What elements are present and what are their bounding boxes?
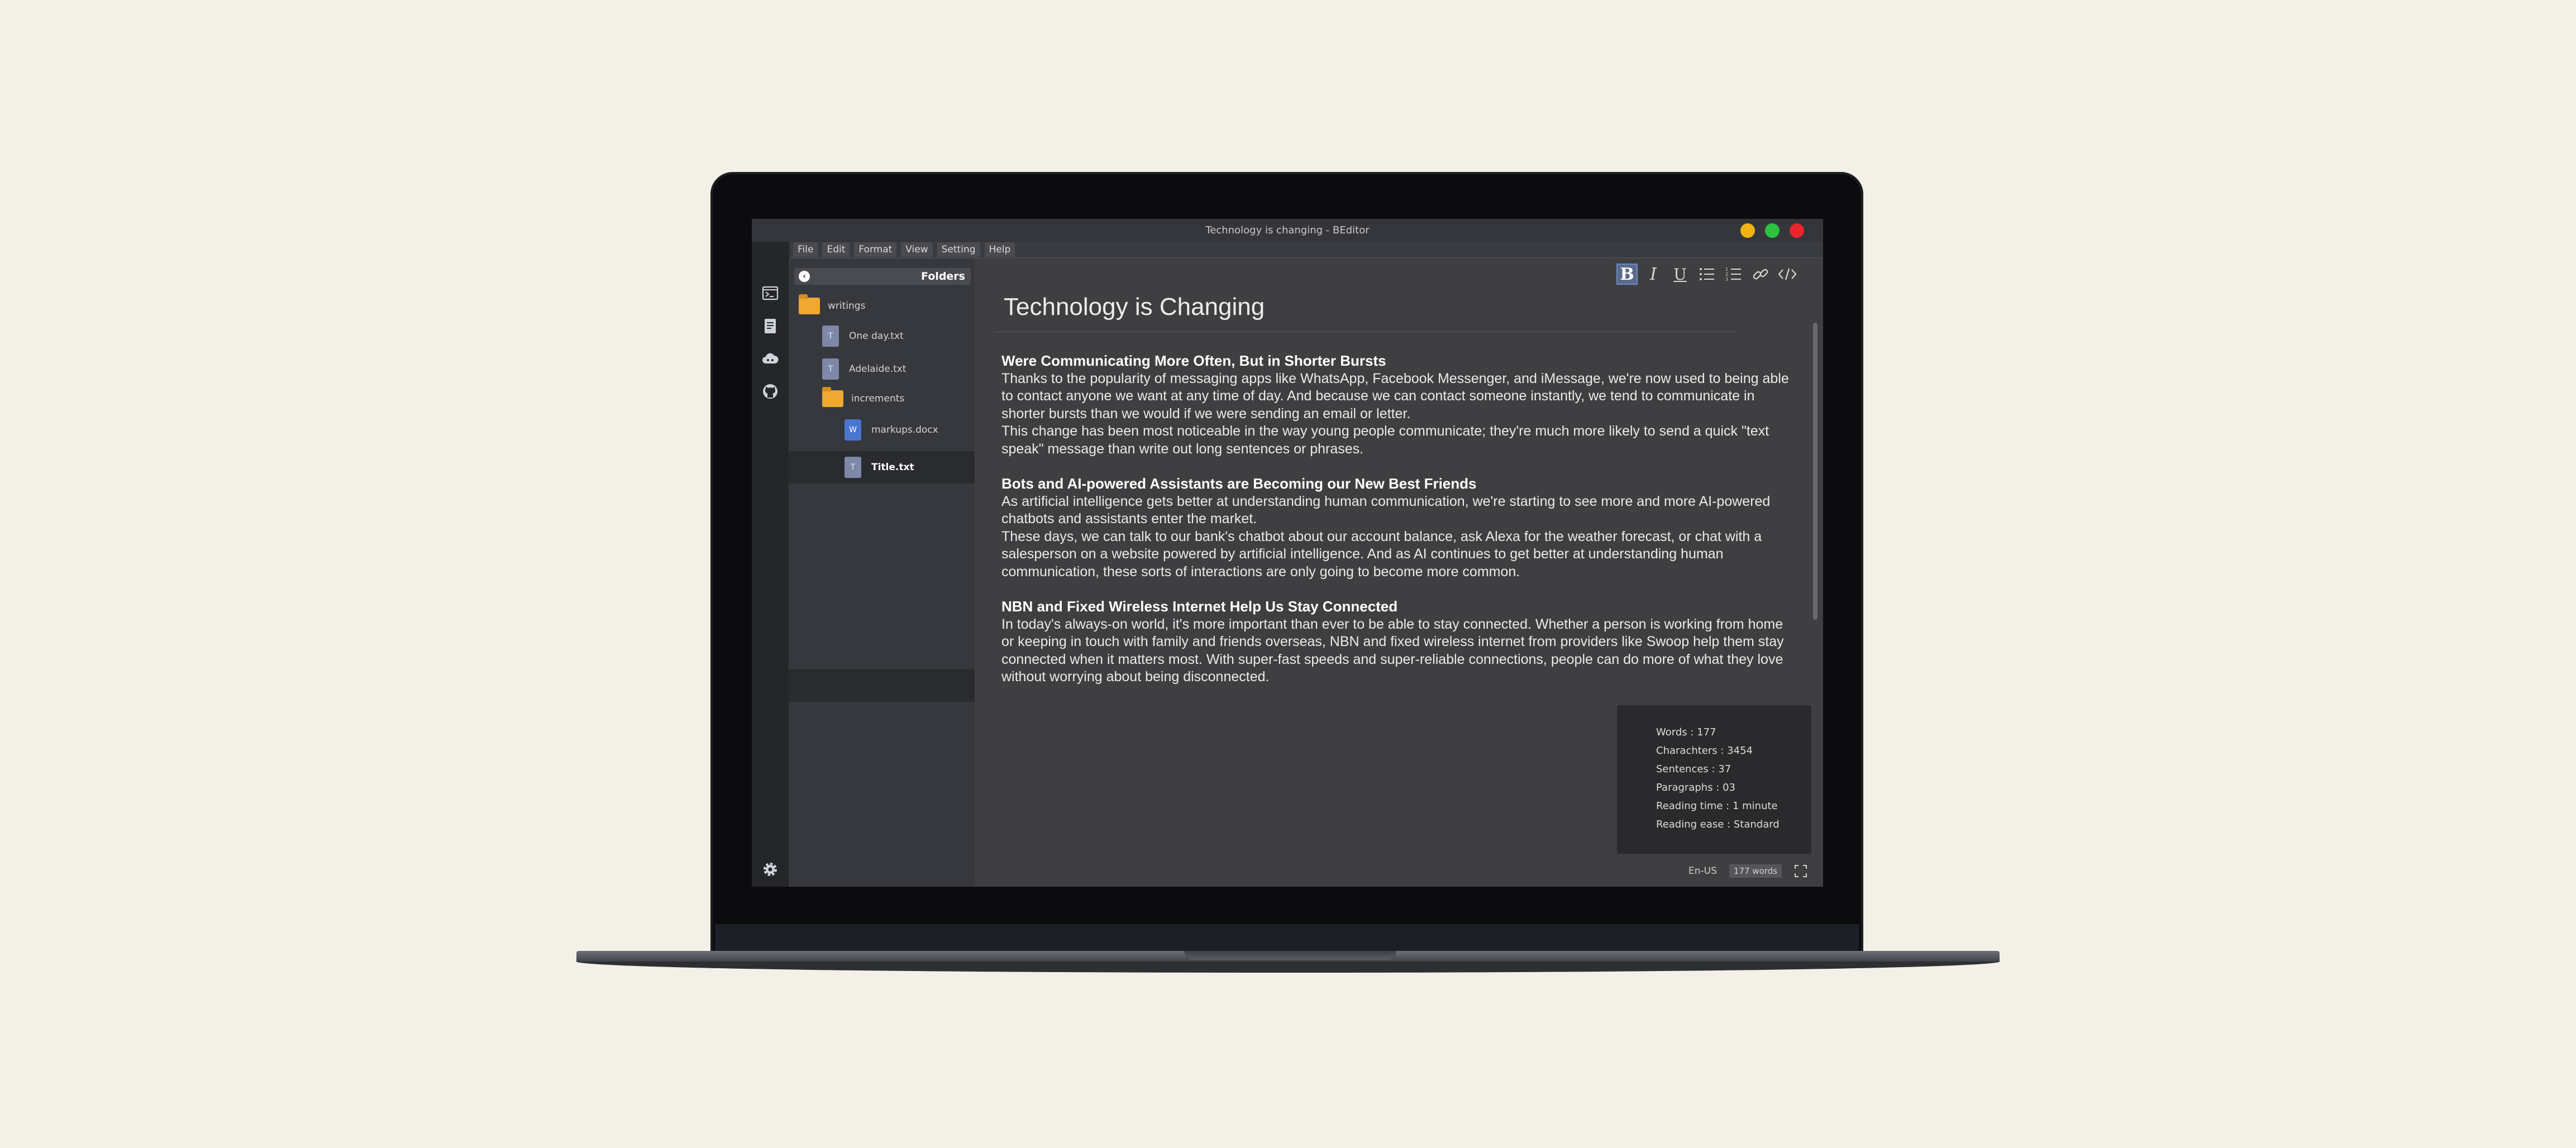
section-paragraph: As artificial intelligence gets better a… (1001, 493, 1771, 527)
tree-item-label: Adelaide.txt (849, 363, 907, 375)
section-heading: NBN and Fixed Wireless Internet Help Us … (1001, 598, 1398, 615)
settings-icon[interactable] (761, 860, 779, 878)
bold-icon[interactable]: B (1616, 264, 1638, 285)
editor-app-window: Technology is changing - BEditor File Ed… (752, 219, 1823, 887)
stat-words: Words : 177 (1656, 726, 1716, 738)
vertical-scrollbar[interactable] (1813, 323, 1817, 620)
tree-folder-writings[interactable]: writings (799, 294, 866, 314)
menu-format[interactable]: Format (854, 242, 897, 257)
minimize-button[interactable] (1740, 223, 1755, 238)
svg-text:3: 3 (1725, 277, 1728, 282)
document-section: Were Communicating More Often, But in Sh… (1001, 352, 1791, 458)
tree-file-adelaide[interactable]: T Adelaide.txt (822, 358, 907, 380)
word-count-badge[interactable]: 177 words (1729, 864, 1782, 878)
tree-item-label: markups.docx (871, 424, 938, 436)
notes-icon[interactable] (761, 317, 779, 335)
menu-bar: File Edit Format View Setting Help (790, 242, 1823, 259)
cloud-icon[interactable] (761, 350, 779, 368)
laptop-chin (715, 924, 1859, 952)
section-paragraph: This change has been most noticeable in … (1001, 423, 1769, 457)
document-title[interactable]: Technology is Changing (1004, 293, 1265, 321)
menu-file[interactable]: File (793, 242, 818, 257)
document-body[interactable]: Were Communicating More Often, But in Sh… (1001, 352, 1791, 704)
laptop-base-underside (576, 962, 2000, 973)
folder-icon (822, 387, 843, 407)
menu-view[interactable]: View (901, 242, 933, 257)
maximize-button[interactable] (1765, 223, 1780, 238)
underline-icon[interactable]: U (1669, 263, 1691, 285)
tree-file-markups[interactable]: W markups.docx (845, 419, 938, 441)
tree-folder-increments[interactable]: increments (822, 387, 905, 407)
tree-item-label: One day.txt (849, 331, 904, 342)
folders-panel: ‹ Folders writings T One day.txt T Adela… (789, 259, 975, 887)
window-controls (1740, 223, 1804, 238)
text-file-icon: T (822, 326, 839, 347)
section-heading: Were Communicating More Often, But in Sh… (1001, 352, 1386, 369)
fullscreen-icon[interactable] (1794, 864, 1807, 878)
folders-header: ‹ Folders (794, 268, 971, 285)
document-section: Bots and AI-powered Assistants are Becom… (1001, 475, 1791, 581)
stat-reading-time: Reading time : 1 minute (1656, 800, 1778, 812)
folders-title: Folders (921, 270, 965, 283)
svg-text:1: 1 (1725, 267, 1728, 272)
tree-file-one-day[interactable]: T One day.txt (822, 326, 904, 347)
tree-item-label: Title.txt (871, 462, 914, 473)
text-file-icon: T (822, 358, 839, 380)
bullet-list-icon[interactable] (1696, 263, 1718, 285)
status-bar: En-US 177 words (1688, 864, 1807, 878)
menu-help[interactable]: Help (984, 242, 1015, 257)
menu-edit[interactable]: Edit (822, 242, 850, 257)
word-file-icon: W (845, 419, 861, 441)
icon-rail (752, 242, 789, 887)
tree-item-label: increments (851, 393, 905, 404)
menu-setting[interactable]: Setting (937, 242, 980, 257)
formatting-toolbar: B I U 1 2 3 (1616, 263, 1799, 285)
terminal-icon[interactable] (761, 284, 779, 302)
code-icon[interactable] (1776, 263, 1799, 285)
document-section: NBN and Fixed Wireless Internet Help Us … (1001, 598, 1791, 686)
stat-reading-ease: Reading ease : Standard (1656, 819, 1780, 830)
editor-area[interactable]: B I U 1 2 3 Technology is Changing Were … (975, 259, 1823, 887)
numbered-list-icon[interactable]: 1 2 3 (1723, 263, 1745, 285)
github-icon[interactable] (761, 382, 779, 400)
window-titlebar: Technology is changing - BEditor (752, 219, 1823, 242)
svg-text:2: 2 (1725, 272, 1728, 277)
laptop-notch (1184, 951, 1396, 960)
section-paragraph: These days, we can talk to our bank's ch… (1001, 528, 1762, 580)
tree-file-title[interactable]: T Title.txt (845, 457, 914, 478)
selected-row-highlight (789, 669, 975, 702)
section-heading: Bots and AI-powered Assistants are Becom… (1001, 475, 1477, 492)
close-button[interactable] (1790, 223, 1804, 238)
language-indicator[interactable]: En-US (1688, 865, 1717, 877)
text-file-icon: T (845, 457, 861, 478)
stat-sentences: Sentences : 37 (1656, 763, 1731, 775)
section-paragraph: In today's always-on world, it's more im… (1001, 616, 1784, 685)
window-title: Technology is changing - BEditor (1205, 224, 1370, 236)
folder-icon (799, 294, 820, 314)
italic-icon[interactable]: I (1642, 263, 1664, 285)
title-divider (994, 331, 1737, 332)
section-paragraph: Thanks to the popularity of messaging ap… (1001, 370, 1789, 422)
stat-paragraphs: Paragraphs : 03 (1656, 782, 1735, 793)
link-icon[interactable] (1749, 263, 1772, 285)
stat-characters: Charachters : 3454 (1656, 745, 1753, 757)
document-stats-panel: Words : 177 Charachters : 3454 Sentences… (1617, 705, 1811, 854)
tree-item-label: writings (828, 300, 866, 312)
back-arrow-icon[interactable]: ‹ (799, 271, 810, 282)
